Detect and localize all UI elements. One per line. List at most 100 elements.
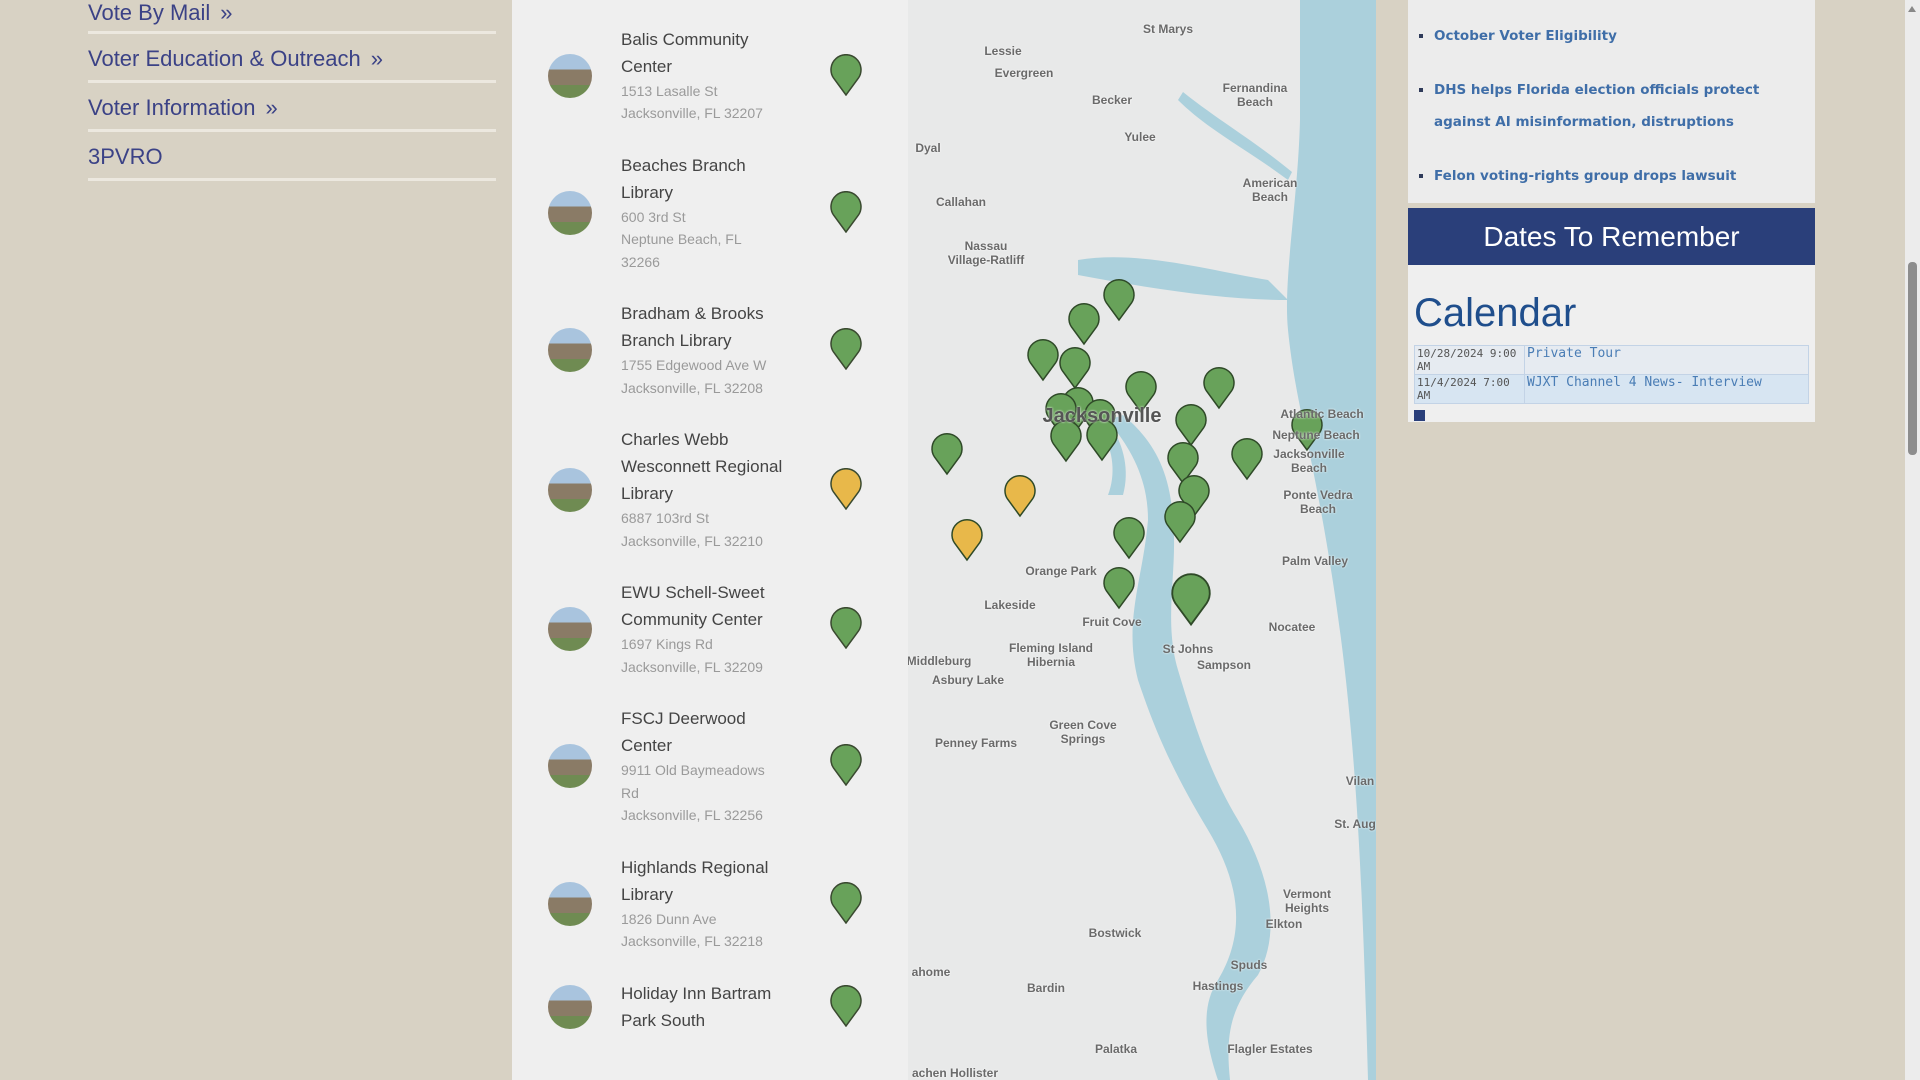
location-photo [548,190,592,235]
location-address-line: Jacksonville, FL 32256 [621,807,763,823]
nav-label: 3PVRO [88,144,163,169]
location-address-line: Jacksonville, FL 32207 [621,105,763,121]
map-place-label: Middleburg [908,654,972,668]
page-scrollbar[interactable] [1905,0,1920,1080]
map-pin-icon[interactable] [1103,279,1135,322]
location-item[interactable]: 7973 Old Middleburg RdSJacksonville, FL … [512,0,908,13]
nav-voter-information[interactable]: Voter Information » [88,83,496,132]
map-pin-icon[interactable] [1203,367,1235,410]
location-address-line: 32266 [621,253,660,270]
location-address-line: Jacksonville, FL 32218 [621,933,763,949]
news-list: October Voter Eligibility DHS helps Flor… [1408,0,1815,203]
location-list: 7973 Old Middleburg RdSJacksonville, FL … [512,0,908,1080]
map-pin-icon[interactable] [1059,347,1091,390]
map-place-label: Hastings [1192,979,1244,993]
location-photo [548,881,592,926]
map[interactable]: St Marys Lessie Evergreen Becker Fernandina … [908,0,1376,1080]
map-place-label: Flagler Estates [1227,1042,1313,1056]
map-place-label: Jacksonville [1042,405,1162,427]
map-pin-icon[interactable] [1171,573,1211,627]
location-address-line: Jacksonville, FL 32209 [621,658,763,675]
location-name: Highlands Regional Library [621,857,769,904]
map-place-label: Sampson [1196,658,1252,672]
scroll-up-arrow-icon[interactable] [1908,6,1916,12]
map-place-label: St Johns [1162,642,1214,656]
location-item[interactable]: Highlands Regional Library 1826 Dunn Ave J… [512,841,908,967]
map-pin-icon[interactable] [1068,303,1100,346]
map-place-label: Nassau Village-Ratliff [947,239,1025,267]
location-address-line: 6887 103rd St [621,510,709,526]
location-item[interactable]: Beaches Branch Library 600 3rd St Neptune … [512,139,908,288]
map-pin-icon[interactable] [1175,404,1207,447]
map-pin-icon[interactable] [931,433,963,476]
map-pin-icon[interactable] [830,467,862,510]
map-pin-icon[interactable] [1103,567,1135,610]
location-address-line: 9911 Old Baymeadows [621,762,765,778]
map-place-label: Nocatee [1268,620,1316,634]
map-place-label: Spuds [1230,958,1268,972]
map-pin-icon[interactable] [830,53,862,96]
map-place-label: Evergreen [994,66,1054,80]
location-name: FSCJ Deerwood Center [621,709,746,755]
location-item[interactable]: Holiday Inn Bartram Park South [512,967,908,1048]
map-place-label: Yulee [1124,130,1156,144]
location-name: EWU Schell-Sweet Community Center [621,583,765,629]
event-title[interactable]: Private Tour [1524,345,1809,375]
news-link[interactable]: October Voter Eligibility [1434,28,1617,44]
map-place-label: Bardin [1026,981,1066,995]
location-address-line: 1826 Dunn Ave [621,910,717,927]
map-pin-icon[interactable] [1004,475,1036,518]
news-link[interactable]: DHS helps Florida election officials pro… [1434,82,1759,130]
location-item[interactable]: EWU Schell-Sweet Community Center 1697 Ki… [512,566,908,692]
location-address-line: 600 3rd St [621,208,686,225]
map-pin-icon[interactable] [951,519,983,562]
map-pin-icon[interactable] [830,328,862,371]
chevron-icon: » [220,0,233,25]
map-pin-icon[interactable] [1113,517,1145,560]
map-place-label: Penney Farms [934,736,1018,750]
nav-voter-education[interactable]: Voter Education & Outreach » [88,34,496,83]
map-place-label: Lessie [984,44,1022,58]
map-pin-icon[interactable] [830,881,862,924]
map-pin-icon[interactable] [1027,339,1059,382]
location-item[interactable]: Bradham & Brooks Branch Library 1755 Edge… [512,287,908,413]
location-address-line: 1513 Lasalle St [621,82,718,99]
location-item[interactable]: FSCJ Deerwood Center 9911 Old Baymeadows R… [512,692,908,841]
map-place-label: Fruit Cove [1082,615,1142,629]
location-address-line: 1755 Edgewood Ave W [621,357,767,373]
nav-3pvro[interactable]: 3PVRO [88,132,496,181]
map-pin-icon[interactable] [830,190,862,234]
map-place-label: Jacksonville Beach [1273,447,1345,475]
calendar-event-row[interactable]: 10/28/2024 9:00 AM Private Tour [1414,345,1809,375]
news-item: DHS helps Florida election officials pro… [1434,74,1795,138]
scrollbar-thumb[interactable] [1908,262,1917,455]
map-place-label: St. Aug [1334,817,1376,831]
map-pin-icon[interactable] [1231,438,1263,481]
location-name: Charles Webb Wesconnett Regional Library [621,430,783,503]
location-address-line: Neptune Beach, FL [621,231,742,247]
map-place-label: Elkton [1265,917,1303,931]
location-item[interactable]: Balis Community Center 1513 Lasalle St Jac… [512,13,908,139]
location-name: Bradham & Brooks Branch Library [621,304,764,350]
location-item[interactable]: Charles Webb Wesconnett Regional Library… [512,413,908,566]
location-photo [548,985,592,1029]
map-place-label: Palatka [1094,1042,1138,1056]
dates-to-remember-banner: Dates To Remember [1408,208,1815,265]
event-title[interactable]: WJXT Channel 4 News- Interview [1524,374,1809,404]
nav-vote-by-mail[interactable]: Vote By Mail » [88,0,496,34]
location-photo [548,744,592,789]
event-date: 10/28/2024 9:00 AM [1414,345,1525,375]
news-link[interactable]: Felon voting-rights group drops lawsuit [1434,168,1736,184]
calendar-event-row[interactable]: 11/4/2024 7:00 AM WJXT Channel 4 News- In… [1414,374,1809,404]
nav-label: Voter Education & Outreach [88,46,361,71]
map-place-label: Callahan [935,195,987,209]
map-place-label: Fernandina Beach [1222,81,1288,109]
map-place-label: ahome [911,965,951,979]
location-address-line: Jacksonville, FL 32210 [621,532,763,549]
calendar-marker-icon [1414,410,1425,421]
map-place-label: Becker [1091,93,1133,107]
map-place-label: Atlantic Beach [1280,407,1364,421]
map-pin-icon[interactable] [830,607,862,650]
map-pin-icon[interactable] [830,985,862,1028]
map-pin-icon[interactable] [830,744,862,787]
